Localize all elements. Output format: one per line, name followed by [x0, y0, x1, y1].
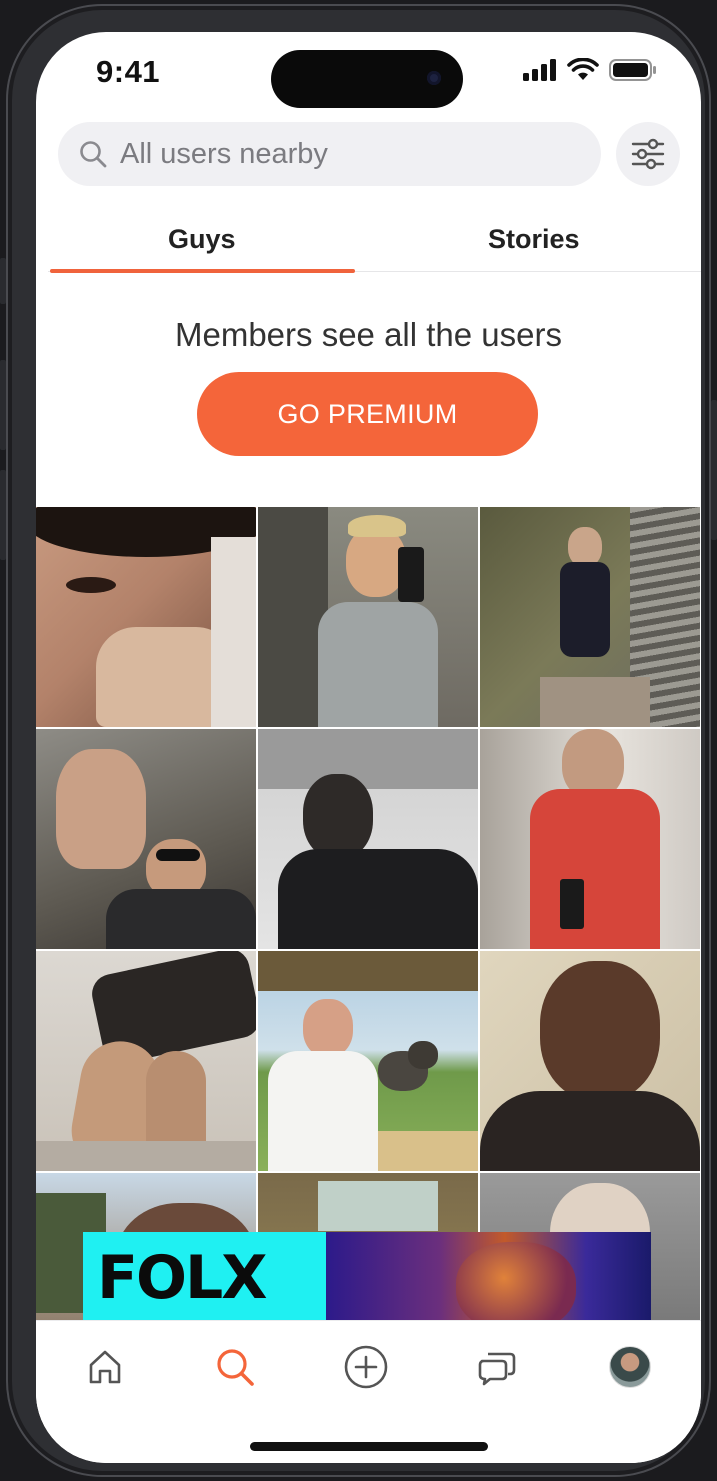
- camera-icon: [427, 71, 441, 85]
- ad-image: [326, 1232, 651, 1324]
- status-icons: [523, 58, 657, 82]
- dynamic-island: [271, 50, 463, 108]
- photo-detail: [66, 577, 116, 593]
- photo-detail: [318, 1181, 438, 1231]
- wifi-icon: [567, 58, 599, 80]
- photo-detail: [56, 749, 146, 869]
- signal-icon: [523, 59, 556, 81]
- photo-detail: [211, 537, 256, 727]
- photo-detail: [480, 1091, 700, 1171]
- photo-detail: [456, 1242, 576, 1324]
- photo-detail: [303, 999, 353, 1057]
- photo-detail: [560, 879, 584, 929]
- user-photo-4[interactable]: [36, 729, 256, 949]
- user-photo-8[interactable]: [258, 951, 478, 1171]
- photo-detail: [346, 527, 406, 597]
- search-icon: [217, 1349, 254, 1386]
- app-screen: 9:41 All users nearby Guys Stories Membe…: [36, 32, 701, 1463]
- user-photo-3[interactable]: [480, 507, 700, 727]
- user-photo-9[interactable]: [480, 951, 700, 1171]
- ad-banner[interactable]: FOLX: [83, 1232, 651, 1324]
- photo-detail: [258, 951, 478, 991]
- user-photo-6[interactable]: [480, 729, 700, 949]
- nav-profile[interactable]: [606, 1343, 654, 1391]
- photo-detail: [348, 515, 406, 537]
- status-time: 9:41: [96, 54, 161, 89]
- nav-add[interactable]: [342, 1343, 390, 1391]
- side-button: [711, 400, 717, 540]
- search-icon: [80, 141, 107, 168]
- photo-detail: [258, 729, 478, 789]
- photo-detail: [530, 789, 660, 949]
- ad-logo-panel: FOLX: [83, 1232, 326, 1324]
- photo-detail: [268, 1051, 378, 1171]
- search-input[interactable]: All users nearby: [58, 122, 601, 186]
- ad-brand-logo: FOLX: [97, 1243, 267, 1313]
- side-button: [0, 470, 6, 560]
- side-button: [0, 258, 6, 304]
- tab-bar: Guys Stories: [48, 220, 701, 273]
- home-indicator: [250, 1442, 488, 1451]
- user-photo-5[interactable]: [258, 729, 478, 949]
- photo-detail: [540, 677, 650, 727]
- photo-detail: [540, 961, 660, 1101]
- profile-avatar: [609, 1346, 651, 1388]
- tab-guys[interactable]: Guys: [168, 224, 236, 255]
- photo-detail: [278, 849, 478, 949]
- photo-detail: [36, 1141, 256, 1171]
- photo-detail: [408, 1041, 438, 1069]
- home-icon: [89, 1350, 121, 1384]
- photo-detail: [303, 774, 373, 859]
- user-photo-2[interactable]: [258, 507, 478, 727]
- user-photo-7[interactable]: [36, 951, 256, 1171]
- filter-button[interactable]: [616, 122, 680, 186]
- photo-detail: [560, 562, 610, 657]
- promo-message: Members see all the users: [175, 316, 562, 353]
- tab-stories[interactable]: Stories: [488, 224, 580, 255]
- side-button: [0, 360, 6, 450]
- photo-detail: [398, 547, 424, 602]
- sliders-icon: [631, 138, 665, 170]
- go-premium-button[interactable]: GO PREMIUM: [197, 372, 538, 456]
- chat-icon: [478, 1352, 516, 1386]
- phone-frame: 9:41 All users nearby Guys Stories Membe…: [6, 4, 711, 1477]
- user-photo-1[interactable]: [36, 507, 256, 727]
- nav-search[interactable]: [211, 1343, 259, 1391]
- battery-icon: [609, 59, 656, 81]
- search-placeholder: All users nearby: [120, 137, 328, 170]
- active-tab-indicator: [50, 269, 355, 273]
- nav-home[interactable]: [81, 1343, 129, 1391]
- photo-detail: [156, 849, 200, 861]
- photo-detail: [106, 889, 256, 949]
- photo-detail: [378, 1131, 478, 1171]
- photo-detail: [318, 602, 438, 727]
- photo-detail: [568, 527, 602, 567]
- nav-chat[interactable]: [473, 1343, 521, 1391]
- add-icon: [344, 1345, 388, 1389]
